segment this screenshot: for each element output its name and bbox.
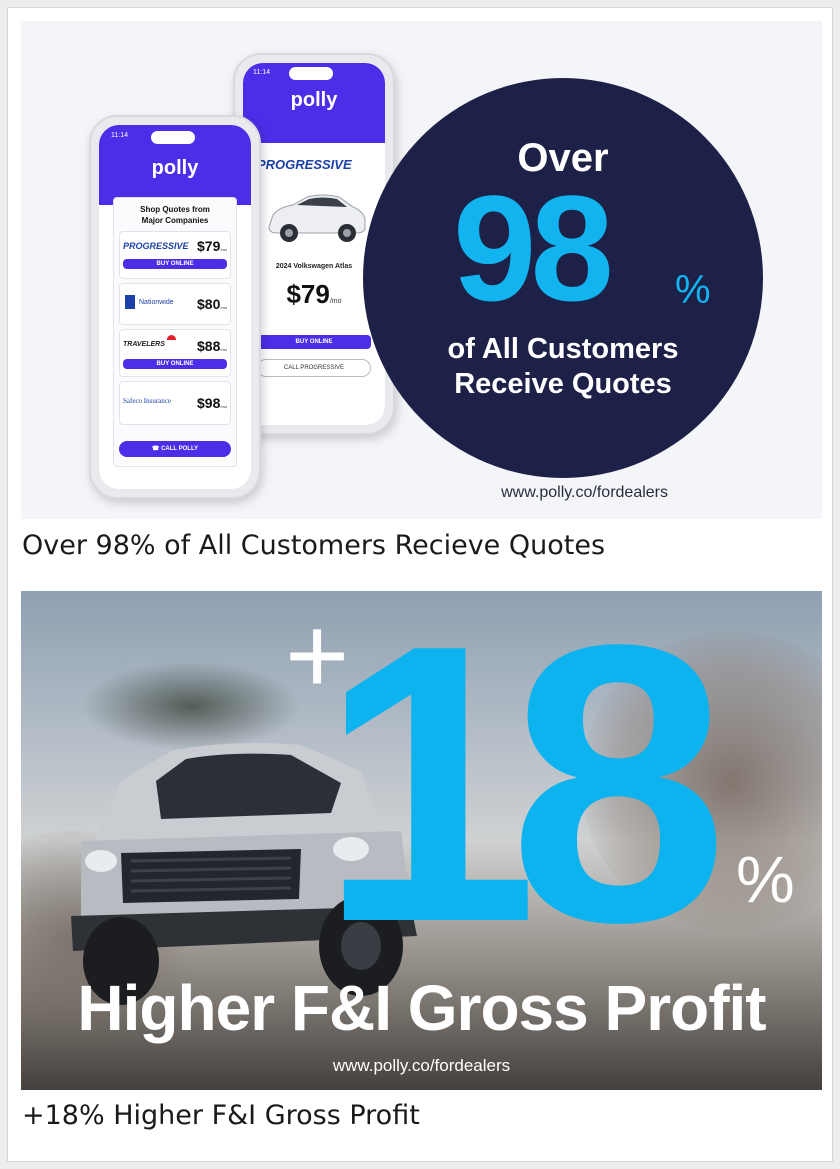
suv-image [268, 194, 366, 242]
promo-image-quotes[interactable]: 11:14 polly PROGRESSIVE 2024 Volkswagen … [21, 21, 822, 519]
quote-brand: TRAVELERS [123, 341, 165, 348]
phone-front-screen: 11:14 polly Shop Quotes from Major Compa… [99, 125, 251, 489]
quote-brand: PROGRESSIVE [123, 241, 189, 251]
quote-price-row: $98/mo [197, 393, 227, 412]
dynamic-island [289, 67, 333, 80]
status-time: 11:14 [111, 132, 128, 139]
quote-price-unit: /mo [220, 347, 228, 352]
badge-line2: Receive Quotes [454, 368, 672, 400]
quote-price-row: $80/mo [197, 294, 227, 313]
quote-brand: Safeco Insurance [123, 397, 172, 405]
quote-price: $98 [197, 395, 221, 411]
stat-plus: + [285, 594, 350, 717]
quote-price-unit: /mo [220, 247, 228, 252]
nationwide-logo-icon [125, 295, 135, 309]
dynamic-island [151, 131, 195, 144]
buy-online-button[interactable]: BUY ONLINE [123, 259, 227, 269]
stat-number: 18 [319, 591, 728, 1004]
car-price: $79 [286, 279, 330, 309]
quote-price-row: $79/mo [197, 236, 227, 255]
caption-quotes: Over 98% of All Customers Recieve Quotes [22, 530, 606, 561]
quotes-heading-line2: Major Companies [141, 216, 209, 225]
badge-line1: of All Customers [447, 333, 679, 365]
quote-brand: Nationwide [139, 299, 174, 306]
call-progressive-button[interactable]: CALL PROGRESSIVE [257, 359, 371, 377]
polly-logo: polly [290, 89, 338, 111]
phone-icon: ☎ [151, 446, 162, 452]
buy-online-button[interactable]: BUY ONLINE [257, 335, 371, 349]
caption-profit: +18% Higher F&I Gross Profit [22, 1100, 420, 1131]
progressive-logo: PROGRESSIVE [257, 157, 352, 172]
badge-number: 98 [453, 164, 614, 332]
phone-front: 11:14 polly Shop Quotes from Major Compa… [89, 115, 261, 499]
promo-url: www.polly.co/fordealers [501, 484, 668, 501]
status-time: 11:14 [253, 69, 270, 76]
car-price-unit: /mo [329, 298, 342, 305]
polly-logo: polly [151, 157, 199, 179]
quote-price-unit: /mo [220, 305, 228, 310]
call-polly-label: CALL POLLY [161, 446, 199, 452]
promo-url: www.polly.co/fordealers [332, 1056, 511, 1075]
buy-online-button[interactable]: BUY ONLINE [123, 359, 227, 369]
quote-price: $88 [197, 338, 221, 354]
call-polly-button[interactable]: ☎ CALL POLLY [119, 441, 231, 457]
stat-badge: Over 98 % of All Customers Receive Quote… [363, 78, 763, 478]
quote-price: $80 [197, 296, 221, 312]
stat-percent: % [736, 842, 795, 916]
quote-price-row: $88/mo [197, 336, 227, 355]
quote-price: $79 [197, 238, 221, 254]
badge-percent: % [675, 268, 711, 312]
quotes-heading-line1: Shop Quotes from [140, 205, 210, 214]
stat-headline: Higher F&I Gross Profit [77, 972, 766, 1044]
quote-price-unit: /mo [220, 404, 228, 409]
promo-image-profit[interactable]: 18 + % Higher F&I Gross Profit www.polly… [21, 591, 822, 1090]
umbrella-icon [167, 335, 176, 340]
